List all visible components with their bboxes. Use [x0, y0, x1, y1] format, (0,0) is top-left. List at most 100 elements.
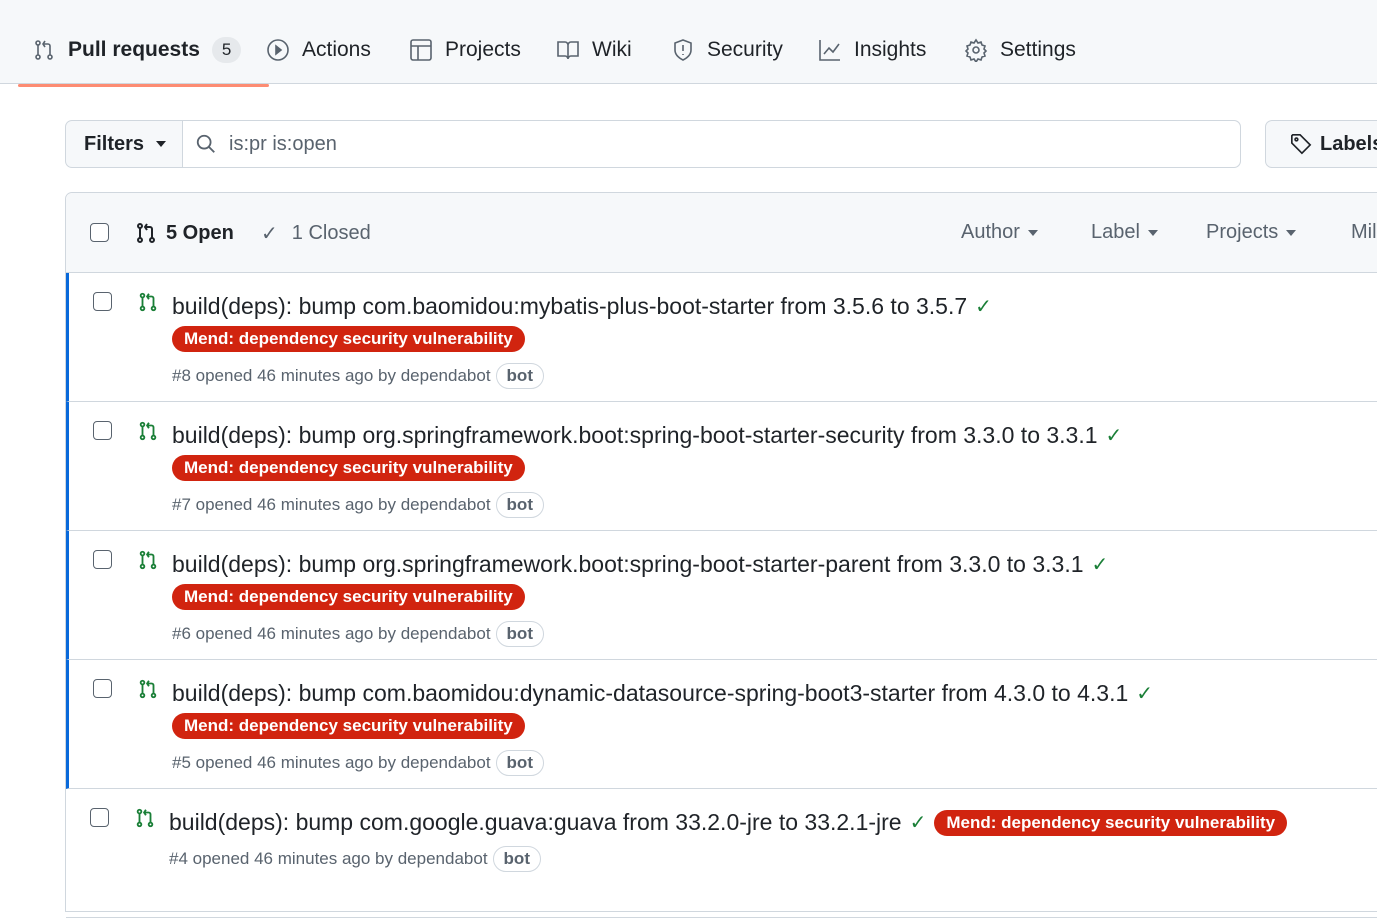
pr-meta-text: #7 opened 46 minutes ago by dependabot	[172, 495, 491, 514]
closed-filter[interactable]: ✓ 1 Closed	[261, 221, 371, 246]
author-label: Author	[961, 221, 1020, 243]
bot-badge: bot	[495, 492, 544, 518]
caret-down-icon	[1027, 229, 1038, 236]
labels-label: Labels	[1320, 132, 1377, 155]
pr-title-link[interactable]: build(deps): bump com.baomidou:dynamic-d…	[172, 680, 1128, 707]
pr-row: build(deps): bump org.springframework.bo…	[66, 531, 1377, 660]
pr-checkbox[interactable]	[93, 550, 112, 569]
search-box	[183, 121, 1240, 167]
book-icon	[557, 41, 579, 60]
pr-list: 5 Open ✓ 1 Closed Author Label Projects …	[65, 192, 1377, 918]
closed-count: 1 Closed	[291, 222, 371, 244]
git-pull-request-open-icon	[137, 678, 159, 705]
tab-insights[interactable]: Insights	[818, 30, 926, 70]
milestones-label: Mil	[1351, 221, 1377, 243]
tab-label: Settings	[1000, 38, 1076, 61]
labels-button[interactable]: Labels	[1265, 120, 1377, 168]
check-success-icon[interactable]: ✓	[910, 810, 927, 835]
caret-down-icon	[1286, 229, 1297, 236]
check-success-icon[interactable]: ✓	[1136, 681, 1153, 706]
git-pull-request-open-icon	[137, 549, 159, 576]
pr-title-line: build(deps): bump com.baomidou:mybatis-p…	[172, 293, 992, 320]
bot-badge: bot	[495, 363, 544, 389]
tab-wiki[interactable]: Wiki	[556, 30, 632, 70]
repo-nav: Pull requests 5 Actions Projects Wiki Se…	[0, 0, 1377, 87]
tab-actions[interactable]: Actions	[266, 30, 371, 70]
label-dropdown[interactable]: Label	[1091, 221, 1158, 244]
search-icon	[196, 134, 215, 153]
tab-security[interactable]: Security	[671, 30, 783, 70]
milestones-dropdown[interactable]: Mil	[1351, 221, 1377, 244]
tab-label: Actions	[302, 38, 371, 61]
projects-label: Projects	[1206, 221, 1279, 243]
tab-settings[interactable]: Settings	[964, 30, 1076, 70]
label-label: Label	[1091, 221, 1140, 243]
pr-row: build(deps): bump com.baomidou:dynamic-d…	[66, 660, 1377, 789]
tab-label: Pull requests	[68, 38, 200, 61]
pr-checkbox[interactable]	[90, 808, 109, 827]
git-pull-request-open-icon	[137, 291, 159, 318]
check-icon: ✓	[261, 223, 278, 245]
bot-badge: bot	[495, 750, 544, 776]
gear-icon	[964, 38, 988, 62]
shield-icon	[674, 39, 692, 61]
bot-badge: bot	[495, 621, 544, 647]
pr-title-link[interactable]: build(deps): bump com.baomidou:mybatis-p…	[172, 293, 967, 320]
pr-title-link[interactable]: build(deps): bump org.springframework.bo…	[172, 551, 1084, 578]
pr-title-link[interactable]: build(deps): bump org.springframework.bo…	[172, 422, 1098, 449]
pr-label[interactable]: Mend: dependency security vulnerability	[934, 809, 1288, 836]
author-dropdown[interactable]: Author	[961, 221, 1038, 244]
tab-label: Insights	[854, 38, 927, 61]
graph-icon	[819, 40, 840, 61]
check-success-icon[interactable]: ✓	[975, 294, 992, 319]
projects-dropdown[interactable]: Projects	[1206, 221, 1297, 244]
select-all-checkbox[interactable]	[90, 223, 109, 242]
pr-label[interactable]: Mend: dependency security vulnerability	[172, 326, 525, 352]
pr-meta-text: #4 opened 46 minutes ago by dependabot	[169, 849, 488, 868]
pr-checkbox[interactable]	[93, 292, 112, 311]
pr-title-line: build(deps): bump org.springframework.bo…	[172, 422, 1122, 449]
pr-title-line: build(deps): bump com.google.guava:guava…	[169, 809, 1288, 836]
pr-meta-text: #6 opened 46 minutes ago by dependabot	[172, 624, 491, 643]
check-success-icon[interactable]: ✓	[1092, 552, 1109, 577]
pr-title-link[interactable]: build(deps): bump com.google.guava:guava…	[169, 809, 902, 836]
filters-label: Filters	[84, 132, 145, 155]
pr-row: build(deps): bump com.google.guava:guava…	[66, 789, 1377, 918]
pr-label[interactable]: Mend: dependency security vulnerability	[172, 584, 525, 610]
filters-button[interactable]: Filters	[66, 121, 183, 167]
git-pull-request-icon	[137, 223, 155, 243]
tab-label: Projects	[445, 38, 521, 61]
tab-label: Wiki	[592, 38, 632, 61]
pr-row: build(deps): bump com.baomidou:mybatis-p…	[66, 273, 1377, 402]
tab-label: Security	[707, 38, 783, 61]
play-icon	[267, 39, 289, 61]
pr-list-header: 5 Open ✓ 1 Closed Author Label Projects …	[66, 193, 1377, 273]
pr-meta: #5 opened 46 minutes ago by dependabot bo…	[172, 750, 544, 776]
pr-checkbox[interactable]	[93, 679, 112, 698]
open-filter[interactable]: 5 Open	[134, 221, 234, 245]
caret-down-icon	[156, 141, 167, 147]
pr-meta-text: #8 opened 46 minutes ago by dependabot	[172, 366, 491, 385]
tab-pull-requests[interactable]: Pull requests 5	[17, 30, 270, 87]
filter-bar: Filters	[65, 120, 1241, 168]
pr-meta: #7 opened 46 minutes ago by dependabot bo…	[172, 492, 544, 518]
pr-count-badge: 5	[211, 37, 242, 63]
git-pull-request-open-icon	[134, 807, 156, 834]
pr-row: build(deps): bump org.springframework.bo…	[66, 402, 1377, 531]
bot-badge: bot	[492, 846, 541, 872]
pr-meta: #4 opened 46 minutes ago by dependabot bo…	[169, 846, 541, 872]
check-success-icon[interactable]: ✓	[1106, 423, 1123, 448]
tab-projects[interactable]: Projects	[409, 30, 521, 70]
pr-checkbox[interactable]	[93, 421, 112, 440]
pr-label[interactable]: Mend: dependency security vulnerability	[172, 455, 525, 481]
tag-icon	[1291, 134, 1312, 155]
pr-label[interactable]: Mend: dependency security vulnerability	[172, 713, 525, 739]
open-count: 5 Open	[166, 221, 234, 244]
search-input[interactable]	[229, 132, 1129, 156]
pr-title-line: build(deps): bump org.springframework.bo…	[172, 551, 1108, 578]
git-pull-request-icon	[35, 40, 53, 60]
pr-title-line: build(deps): bump com.baomidou:dynamic-d…	[172, 680, 1153, 707]
table-icon	[410, 39, 432, 61]
pr-meta-text: #5 opened 46 minutes ago by dependabot	[172, 753, 491, 772]
pr-meta: #8 opened 46 minutes ago by dependabot bo…	[172, 363, 544, 389]
